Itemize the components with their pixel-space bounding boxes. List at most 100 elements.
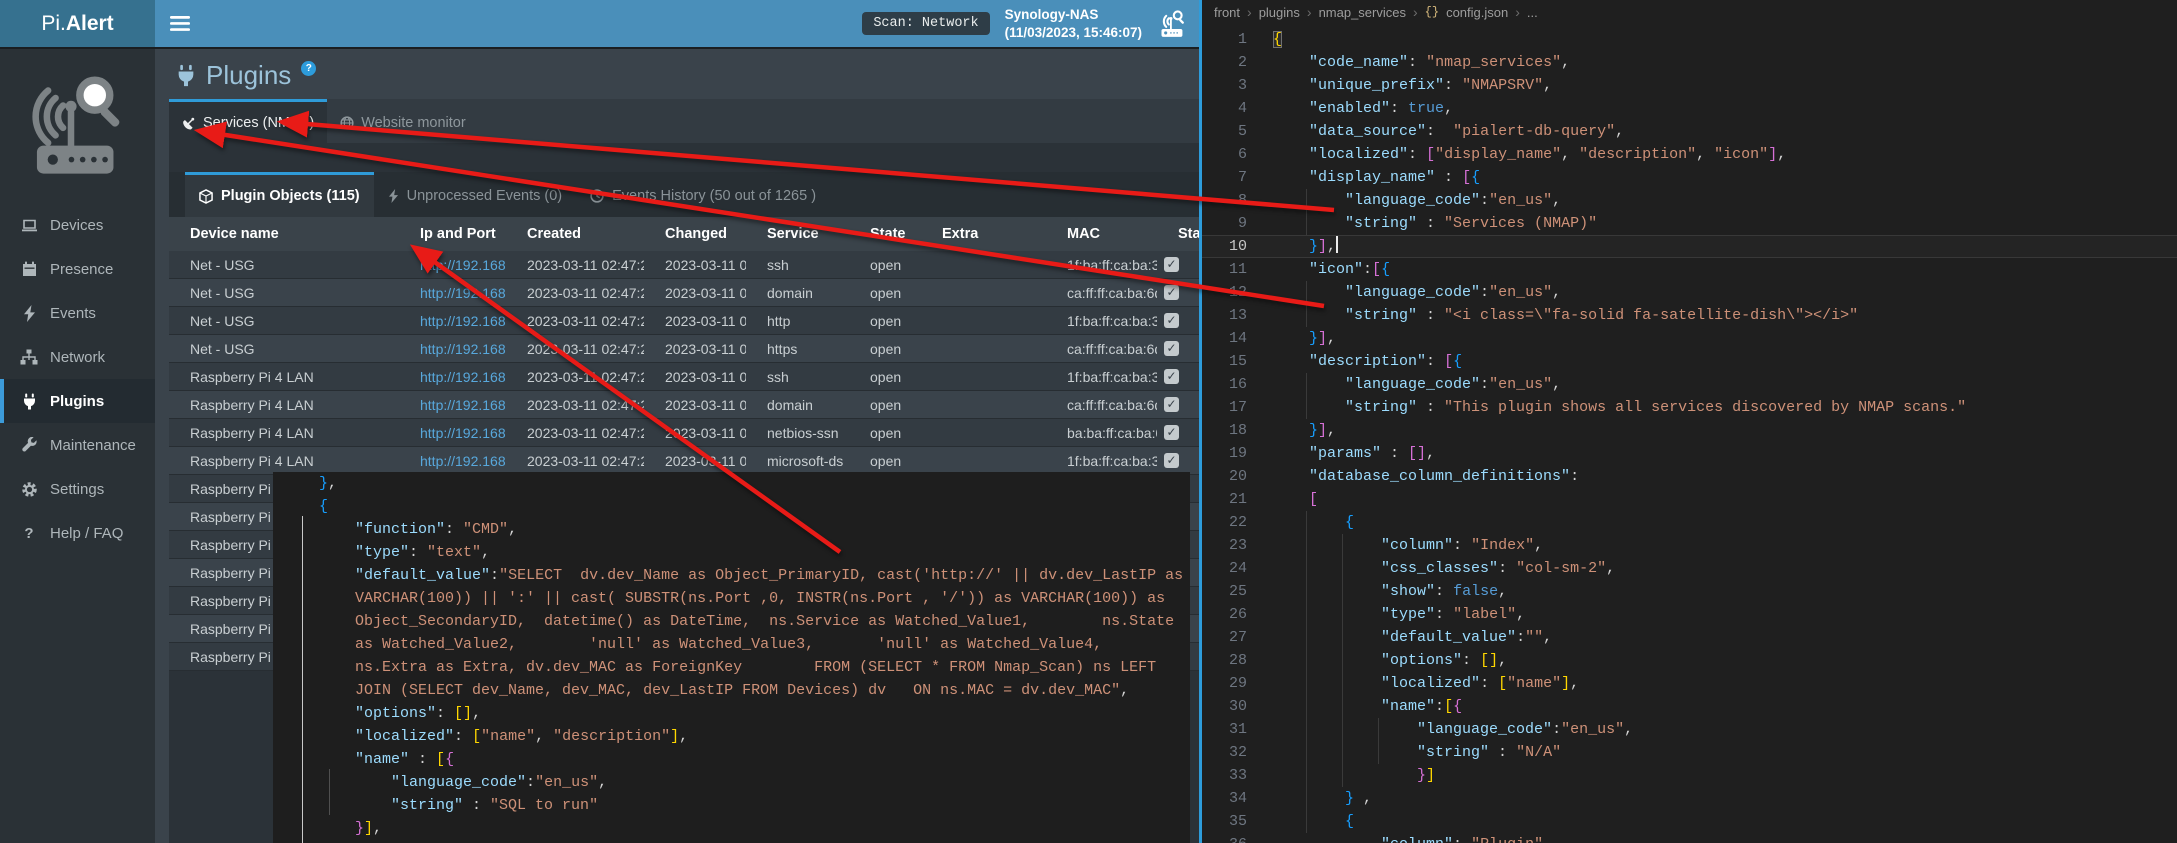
sidebar-item-devices[interactable]: Devices	[0, 203, 155, 247]
indent-guide	[1306, 189, 1307, 235]
laptop-icon	[20, 218, 38, 233]
table-cell: 1f:ba:ff:ca:ba:34	[1046, 251, 1157, 278]
subtab-unprocessed-events[interactable]: Unprocessed Events (0)	[374, 172, 577, 217]
top-header: Scan: Network Synology-NAS (11/03/2023, …	[155, 0, 1199, 47]
col-created[interactable]: Created	[506, 217, 644, 251]
status-checkbox[interactable]: ✓	[1164, 341, 1179, 356]
code-line: 11 "icon":[{	[1202, 258, 2177, 281]
sidebar-item-maintenance[interactable]: Maintenance	[0, 423, 155, 467]
tab-website-monitor[interactable]: Website monitor	[327, 99, 479, 143]
code-line: 30 "name":[{	[1202, 695, 2177, 718]
editor[interactable]: 1{2 "code_name": "nmap_services",3 "uniq…	[1202, 24, 2177, 843]
calendar-icon	[20, 261, 38, 277]
table-cell	[921, 363, 1046, 390]
table-header: Device name Ip and Port Created Changed …	[169, 217, 1199, 251]
tab-services-nmap[interactable]: Services (NMAP)	[169, 99, 327, 143]
table-cell: http://192.168.1.9:445	[399, 447, 506, 474]
ip-port-link[interactable]: http://192.168.1.1:80	[420, 313, 506, 329]
ip-port-link[interactable]: http://192.168.1.1:22	[420, 257, 506, 273]
status-checkbox[interactable]: ✓	[1164, 285, 1179, 300]
chevron-right-icon: ›	[1515, 4, 1520, 20]
status-checkbox[interactable]: ✓	[1164, 313, 1179, 328]
table-row: Raspberry Pi 4 LANhttp://192.168.1.9:222…	[169, 363, 1199, 391]
table-cell: 2023-03-11 02:47:20	[644, 279, 746, 306]
code-line: 3 "unique_prefix": "NMAPSRV",	[1202, 74, 2177, 97]
code-line: 6 "localized": ["display_name", "descrip…	[1202, 143, 2177, 166]
table-cell: domain	[746, 391, 849, 418]
brand-text: Pi.	[41, 12, 66, 35]
status-checkbox[interactable]: ✓	[1164, 453, 1179, 468]
table-cell: 2023-03-11 02:47:20	[644, 307, 746, 334]
clock-icon	[590, 189, 604, 203]
sidebar-item-network[interactable]: Network	[0, 335, 155, 379]
breadcrumb-item[interactable]: config.json	[1446, 5, 1508, 20]
code-line: }],	[273, 817, 1190, 840]
breadcrumb-item[interactable]: plugins	[1259, 5, 1300, 20]
table-cell: ssh	[746, 363, 849, 390]
chevron-right-icon: ›	[1247, 4, 1252, 20]
table-cell: http://192.168.1.9:53	[399, 391, 506, 418]
breadcrumb-item[interactable]: nmap_services	[1319, 5, 1406, 20]
sidebar-item-events[interactable]: Events	[0, 291, 155, 335]
app-brand[interactable]: Pi.Alert	[0, 0, 155, 47]
table-cell: 2023-03-11 02:47:20	[506, 335, 644, 362]
col-device-name[interactable]: Device name	[169, 217, 399, 251]
code-line: 19 "params" : [],	[1202, 442, 2177, 465]
table-cell: Raspberry Pi 4 LAN	[169, 363, 399, 390]
header-right: Scan: Network Synology-NAS (11/03/2023, …	[862, 6, 1189, 41]
chevron-right-icon: ›	[1307, 4, 1312, 20]
status-checkbox[interactable]: ✓	[1164, 257, 1179, 272]
code-line: 9 "string" : "Services (NMAP)"	[1202, 212, 2177, 235]
col-status[interactable]: Status	[1157, 217, 1199, 251]
code-line: 20 "database_column_definitions":	[1202, 465, 2177, 488]
col-ip-and-port[interactable]: Ip and Port	[399, 217, 506, 251]
bolt-icon	[388, 189, 399, 203]
help-badge[interactable]: ?	[301, 61, 316, 76]
status-checkbox[interactable]: ✓	[1164, 425, 1179, 440]
code-line: "options": [],	[273, 702, 1190, 725]
subtab-plugin-objects[interactable]: Plugin Objects (115)	[185, 172, 374, 217]
subtab-events-history[interactable]: Events History (50 out of 1265 )	[576, 172, 830, 217]
ip-port-link[interactable]: http://192.168.1.1:53	[420, 285, 506, 301]
col-state[interactable]: State	[849, 217, 921, 251]
col-service[interactable]: Service	[746, 217, 849, 251]
hamburger-menu-icon[interactable]	[170, 15, 190, 32]
code-line: 32 "string" : "N/A"	[1202, 741, 2177, 764]
indent-guide	[1306, 511, 1307, 833]
col-changed[interactable]: Changed	[644, 217, 746, 251]
ip-port-link[interactable]: http://192.168.1.9:53	[420, 397, 506, 413]
table-cell: 2023-03-11 02:47:20	[506, 251, 644, 278]
table-cell: 2023-03-11 02:47:20	[506, 419, 644, 446]
code-line: 34 } ,	[1202, 787, 2177, 810]
code-overlay-panel: },{ "function": "CMD", "type": "text", "…	[273, 472, 1190, 843]
sidebar-item-label: Network	[50, 349, 105, 366]
ip-port-link[interactable]: http://192.168.1.9:445	[420, 453, 506, 469]
header-divider	[0, 47, 1199, 49]
sidebar-item-settings[interactable]: Settings	[0, 467, 155, 511]
table-row: Raspberry Pi 4 LANhttp://192.168.1.9:139…	[169, 419, 1199, 447]
table-cell: open	[849, 307, 921, 334]
ip-port-link[interactable]: http://192.168.1.1:443	[420, 341, 506, 357]
col-mac[interactable]: MAC	[1046, 217, 1157, 251]
col-extra[interactable]: Extra	[921, 217, 1046, 251]
code-line: {	[273, 495, 1190, 518]
page-title: Plugins	[206, 60, 291, 91]
table-cell	[921, 279, 1046, 306]
breadcrumb-item[interactable]: front	[1214, 5, 1240, 20]
code-line: 18 }],	[1202, 419, 2177, 442]
breadcrumb[interactable]: front› plugins› nmap_services› {} config…	[1202, 0, 2177, 24]
ip-port-link[interactable]: http://192.168.1.9:139	[420, 425, 506, 441]
status-checkbox[interactable]: ✓	[1164, 397, 1179, 412]
table-cell: http://192.168.1.1:22	[399, 251, 506, 278]
status-checkbox[interactable]: ✓	[1164, 369, 1179, 384]
table-cell: Raspberry Pi 4 LAN	[169, 391, 399, 418]
sidebar-item-help[interactable]: ? Help / FAQ	[0, 511, 155, 555]
question-icon: ?	[20, 525, 38, 542]
table-cell: 2023-03-11 02:47:20	[644, 335, 746, 362]
table-row: Net - USGhttp://192.168.1.1:802023-03-11…	[169, 307, 1199, 335]
sidebar-item-plugins[interactable]: Plugins	[0, 379, 155, 423]
sidebar-item-presence[interactable]: Presence	[0, 247, 155, 291]
ip-port-link[interactable]: http://192.168.1.9:22	[420, 369, 506, 385]
breadcrumb-item[interactable]: ...	[1527, 5, 1538, 20]
table-cell: 2023-03-11 02:47:20	[644, 251, 746, 278]
